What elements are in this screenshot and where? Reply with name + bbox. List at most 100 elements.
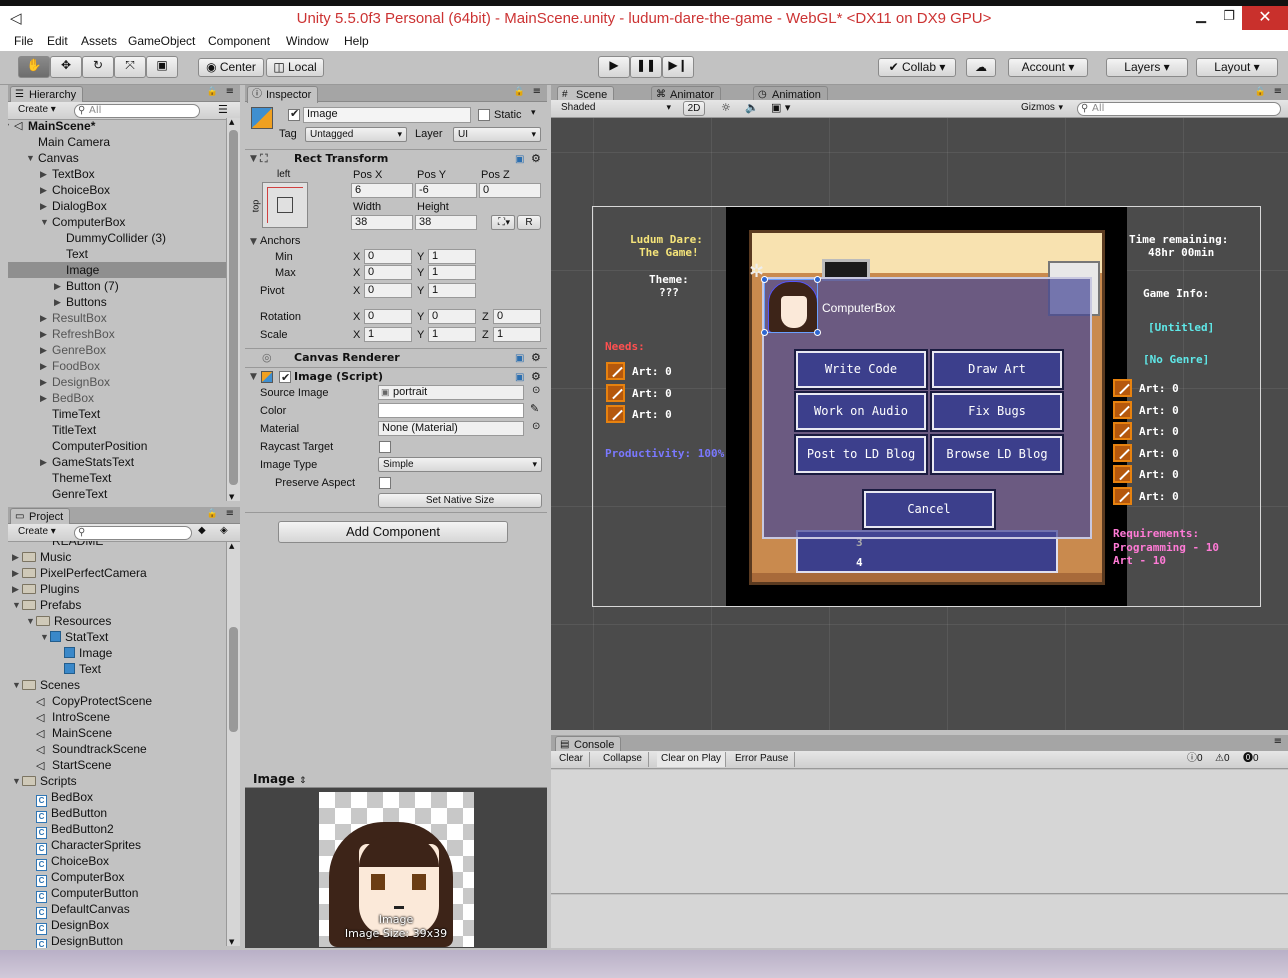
add-component-button[interactable]: Add Component xyxy=(278,521,508,543)
collapsed-arrow-icon[interactable]: ▶ xyxy=(40,198,47,214)
project-item[interactable]: C CharacterSprites xyxy=(8,837,226,855)
close-button[interactable]: ✕ xyxy=(1242,6,1288,30)
selection-handle[interactable] xyxy=(761,329,768,336)
collab-dropdown[interactable]: ✔ Collab ▾ xyxy=(878,58,956,77)
collapsed-arrow-icon[interactable]: ▶ xyxy=(40,390,47,406)
console-error-pause-toggle[interactable]: Error Pause xyxy=(735,752,796,767)
project-scrollbar[interactable]: ▲ ▼ xyxy=(226,542,240,946)
play-button[interactable]: ▶ xyxy=(598,56,630,78)
rotation-x-input[interactable]: 0 xyxy=(364,309,412,324)
collapsed-arrow-icon[interactable]: ▶ xyxy=(40,358,47,374)
hierarchy-item[interactable]: TimeText xyxy=(8,406,226,422)
console-clear-button[interactable]: Clear xyxy=(559,752,590,767)
project-item[interactable]: ◁ CopyProtectScene xyxy=(8,693,226,709)
project-item[interactable]: C BedButton xyxy=(8,805,226,823)
menu-edit[interactable]: Edit xyxy=(47,34,68,48)
pivot-y-input[interactable]: 1 xyxy=(428,283,476,298)
layers-dropdown[interactable]: Layers ▾ xyxy=(1106,58,1188,77)
raw-edit-button[interactable]: R xyxy=(517,215,541,230)
panel-menu-icon[interactable]: ≡ xyxy=(533,86,541,97)
project-item[interactable]: C BedButton2 xyxy=(8,821,226,839)
collapsed-arrow-icon[interactable]: ▶ xyxy=(40,310,47,326)
hierarchy-item[interactable]: ▶ RefreshBox xyxy=(8,326,226,342)
blueprint-mode-button[interactable]: ⛶ xyxy=(491,215,515,230)
object-name-input[interactable]: Image xyxy=(303,107,471,123)
collapsed-arrow-icon[interactable]: ▶ xyxy=(40,166,47,182)
rotation-y-input[interactable]: 0 xyxy=(428,309,476,324)
hand-tool-icon[interactable]: ✋ xyxy=(18,56,50,78)
scroll-down-icon[interactable]: ▼ xyxy=(229,493,234,501)
2d-toggle[interactable]: 2D xyxy=(683,101,705,116)
hierarchy-item[interactable]: ▶ Button (7) xyxy=(8,278,226,294)
collapsed-arrow-icon[interactable]: ▶ xyxy=(54,294,61,310)
panel-menu-icon[interactable]: ≡ xyxy=(226,508,234,519)
draw-art-button[interactable]: Draw Art xyxy=(930,349,1064,390)
scroll-up-icon[interactable]: ▲ xyxy=(229,118,234,126)
scale-z-input[interactable]: 1 xyxy=(493,327,541,342)
project-scroll-thumb[interactable] xyxy=(229,627,238,732)
anchor-flower-icon[interactable]: ✲ xyxy=(749,261,764,282)
menu-file[interactable]: File xyxy=(14,34,33,48)
raycast-target-checkbox[interactable] xyxy=(379,441,391,453)
canvas-renderer-header[interactable]: ◎ Canvas Renderer ▣ ⚙ xyxy=(245,348,547,367)
collapse-arrow-icon[interactable]: ▼ xyxy=(250,368,257,386)
hierarchy-create-dropdown[interactable]: Create ▾ xyxy=(18,103,56,118)
collapsed-arrow-icon[interactable]: ▶ xyxy=(54,278,61,294)
expanded-arrow-icon[interactable]: ▼ xyxy=(40,629,49,645)
width-input[interactable]: 38 xyxy=(351,215,413,230)
label-filter-icon[interactable]: ◈ xyxy=(220,525,228,536)
pivot-local-toggle[interactable]: ◫ Local xyxy=(266,58,324,77)
console-log-list[interactable] xyxy=(551,770,1288,894)
hierarchy-item[interactable]: TitleText xyxy=(8,422,226,438)
menu-component[interactable]: Component xyxy=(208,34,270,48)
project-item[interactable]: ◁ IntroScene xyxy=(8,709,226,725)
preserve-aspect-checkbox[interactable] xyxy=(379,477,391,489)
project-item[interactable]: ▶ Plugins xyxy=(8,581,226,597)
tab-project[interactable]: ▭ Project xyxy=(10,508,71,525)
lock-icon[interactable]: 🔒 xyxy=(514,87,525,97)
type-filter-icon[interactable]: ◆ xyxy=(198,525,206,536)
posy-input[interactable]: -6 xyxy=(415,183,477,198)
rotate-tool-icon[interactable]: ↻ xyxy=(82,56,114,78)
object-picker-icon[interactable]: ⊙ xyxy=(532,421,540,432)
hierarchy-item[interactable]: ▼ Canvas xyxy=(8,150,226,166)
hierarchy-item[interactable]: ▼ ComputerBox xyxy=(8,214,226,230)
hierarchy-item[interactable]: Image xyxy=(8,262,226,278)
pivot-x-input[interactable]: 0 xyxy=(364,283,412,298)
hierarchy-item[interactable]: ▼◁ MainScene* xyxy=(8,118,226,134)
pause-button[interactable]: ❚❚ xyxy=(630,56,662,78)
tag-dropdown[interactable]: Untagged xyxy=(305,127,407,142)
audio-icon[interactable]: 🔈 xyxy=(745,101,759,114)
hierarchy-item[interactable]: ▶ DialogBox xyxy=(8,198,226,214)
collapsed-arrow-icon[interactable]: ▶ xyxy=(40,374,47,390)
hierarchy-item[interactable]: ▶ GenreBox xyxy=(8,342,226,358)
project-search-input[interactable] xyxy=(74,526,192,540)
panel-menu-icon[interactable]: ≡ xyxy=(226,86,234,97)
expanded-arrow-icon[interactable]: ▼ xyxy=(40,214,49,230)
project-item[interactable]: ▶ Music xyxy=(8,549,226,565)
anchor-min-x-input[interactable]: 0 xyxy=(364,249,412,264)
project-item[interactable]: Image xyxy=(8,645,226,661)
set-native-size-button[interactable]: Set Native Size xyxy=(378,493,542,508)
project-item[interactable]: ◁ StartScene xyxy=(8,757,226,773)
project-item[interactable]: C ChoiceBox xyxy=(8,853,226,871)
hierarchy-item[interactable]: ▶ BedBox xyxy=(8,390,226,406)
lock-icon[interactable]: 🔒 xyxy=(207,87,218,97)
hierarchy-item[interactable]: Text xyxy=(8,246,226,262)
project-item[interactable]: ▶ PixelPerfectCamera xyxy=(8,565,226,581)
eyedropper-icon[interactable]: ✎ xyxy=(530,402,539,415)
step-button[interactable]: ▶❙ xyxy=(662,56,694,78)
filter-icon[interactable]: ☰ xyxy=(218,103,228,116)
collapsed-arrow-icon[interactable]: ▶ xyxy=(40,326,47,342)
project-item[interactable]: ▼ Prefabs xyxy=(8,597,226,613)
hierarchy-item[interactable]: ▶ ChoiceBox xyxy=(8,182,226,198)
material-field[interactable]: None (Material) xyxy=(378,421,524,436)
project-item[interactable]: ▼ Resources xyxy=(8,613,226,629)
anchor-max-x-input[interactable]: 0 xyxy=(364,265,412,280)
tab-inspector[interactable]: ⓘ Inspector xyxy=(247,86,319,103)
lock-icon[interactable]: 🔒 xyxy=(207,509,218,519)
static-dropdown-icon[interactable]: ▾ xyxy=(531,108,536,118)
selection-handle[interactable] xyxy=(814,329,821,336)
minimize-button[interactable]: ▁ xyxy=(1186,6,1216,30)
project-item[interactable]: ▼ Scenes xyxy=(8,677,226,693)
